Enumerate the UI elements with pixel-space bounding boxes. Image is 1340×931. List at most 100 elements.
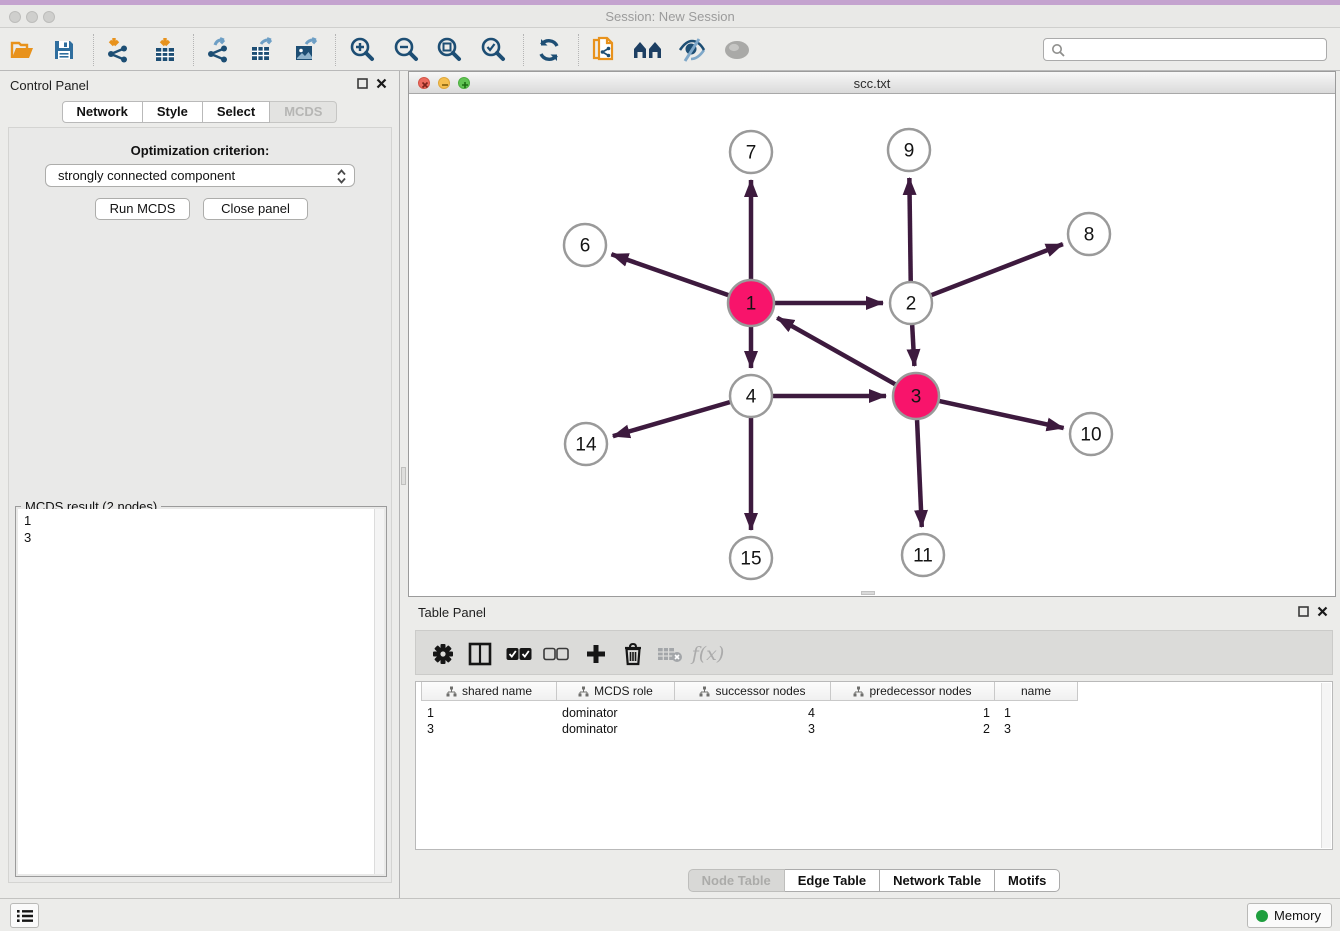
network-window-titlebar[interactable]: scc.txt <box>409 72 1335 94</box>
graph-node-label-1: 1 <box>746 294 757 315</box>
result-line: 1 <box>24 512 374 529</box>
vertical-splitter[interactable] <box>400 71 408 898</box>
network-graph[interactable]: 7968124314101511 <box>409 94 1335 596</box>
table-settings-gear-icon[interactable] <box>429 640 457 668</box>
delete-table-icon[interactable] <box>656 640 684 668</box>
mcds-tab-content: Optimization criterion: strongly connect… <box>8 127 392 883</box>
hide-graphics-details-icon[interactable] <box>677 35 707 65</box>
tab-edge-table[interactable]: Edge Table <box>785 869 880 892</box>
column-header-successor-nodes[interactable]: successor nodes <box>675 682 831 701</box>
table-scrollbar[interactable] <box>1321 683 1331 848</box>
select-all-columns-icon[interactable] <box>505 640 533 668</box>
graph-node-label-15: 15 <box>740 549 761 570</box>
cell-mcds-role[interactable]: dominator <box>557 721 675 737</box>
network-view-title: scc.txt <box>409 76 1335 91</box>
float-panel-icon[interactable] <box>1298 606 1309 617</box>
graph-node-label-8: 8 <box>1084 225 1095 246</box>
graph-node-label-6: 6 <box>580 236 591 257</box>
cell-name[interactable]: 1 <box>995 705 1078 721</box>
tab-motifs[interactable]: Motifs <box>995 869 1060 892</box>
node-table[interactable]: shared name MCDS role successor nodes pr… <box>415 681 1333 850</box>
unselect-all-columns-icon[interactable] <box>542 640 570 668</box>
float-panel-icon[interactable] <box>357 78 368 89</box>
column-header-shared-name[interactable]: shared name <box>421 682 557 701</box>
table-tabs: Node Table Edge Table Network Table Moti… <box>408 869 1340 892</box>
graph-edge-3-10[interactable] <box>939 401 1063 428</box>
close-panel-icon[interactable] <box>376 78 387 89</box>
control-panel-title: Control Panel <box>10 78 89 93</box>
graph-edge-1-6[interactable] <box>611 254 728 295</box>
tab-select[interactable]: Select <box>203 101 270 123</box>
first-neighbors-icon[interactable] <box>633 35 663 65</box>
network-canvas[interactable]: 7968124314101511 <box>409 94 1335 596</box>
table-row[interactable]: 3 dominator 3 2 3 <box>421 721 1078 737</box>
save-session-icon[interactable] <box>49 35 79 65</box>
graph-edge-2-8[interactable] <box>932 244 1063 295</box>
view-resize-grip[interactable] <box>861 591 875 595</box>
cell-predecessor-nodes[interactable]: 2 <box>831 721 995 737</box>
optimization-criterion-select[interactable]: strongly connected component <box>45 164 355 187</box>
table-row[interactable]: 1 dominator 4 1 1 <box>421 705 1078 721</box>
refresh-icon[interactable] <box>534 35 564 65</box>
cell-successor-nodes[interactable]: 3 <box>675 721 831 737</box>
tab-node-table[interactable]: Node Table <box>688 869 785 892</box>
column-browser-icon[interactable] <box>466 640 494 668</box>
export-table-icon[interactable] <box>247 35 277 65</box>
mcds-result-textarea[interactable]: 1 3 <box>18 509 374 874</box>
hierarchy-icon <box>853 686 864 697</box>
column-header-predecessor-nodes[interactable]: predecessor nodes <box>831 682 995 701</box>
graph-node-label-9: 9 <box>904 141 915 162</box>
hierarchy-icon <box>699 686 710 697</box>
show-graphics-details-icon[interactable] <box>722 35 752 65</box>
open-session-icon[interactable] <box>7 35 37 65</box>
splitter-grip[interactable] <box>401 467 406 485</box>
delete-column-trash-icon[interactable] <box>619 640 647 668</box>
hierarchy-icon <box>578 686 589 697</box>
toolbar-separator <box>523 34 524 66</box>
close-panel-button[interactable]: Close panel <box>203 198 308 220</box>
graph-edge-2-3[interactable] <box>912 325 914 366</box>
task-history-button[interactable] <box>10 903 39 928</box>
result-scrollbar[interactable] <box>374 509 384 874</box>
export-image-icon[interactable] <box>291 35 321 65</box>
toolbar-separator <box>93 34 94 66</box>
column-header-name[interactable]: name <box>995 682 1078 701</box>
graph-edge-3-1[interactable] <box>777 318 895 384</box>
zoom-selected-icon[interactable] <box>478 35 508 65</box>
tab-network-table[interactable]: Network Table <box>880 869 995 892</box>
create-column-plus-icon[interactable] <box>582 640 610 668</box>
tab-network[interactable]: Network <box>62 101 143 123</box>
select-stepper-icon <box>336 168 347 185</box>
graph-edge-3-11[interactable] <box>917 420 922 527</box>
table-panel: Table Panel <box>408 599 1340 898</box>
graph-edge-2-9[interactable] <box>909 178 910 281</box>
cell-mcds-role[interactable]: dominator <box>557 705 675 721</box>
control-panel: Control Panel Network Style Select MCDS … <box>0 71 400 898</box>
tab-style[interactable]: Style <box>143 101 203 123</box>
zoom-in-icon[interactable] <box>347 35 377 65</box>
cell-successor-nodes[interactable]: 4 <box>675 705 831 721</box>
export-network-icon[interactable] <box>204 35 234 65</box>
close-panel-icon[interactable] <box>1317 606 1328 617</box>
memory-button[interactable]: Memory <box>1247 903 1332 928</box>
status-bar: Memory <box>0 898 1340 931</box>
cell-predecessor-nodes[interactable]: 1 <box>831 705 995 721</box>
zoom-out-icon[interactable] <box>391 35 421 65</box>
graph-node-label-7: 7 <box>746 143 757 164</box>
graph-edge-4-14[interactable] <box>613 402 730 436</box>
table-panel-title: Table Panel <box>418 605 486 620</box>
import-network-icon[interactable] <box>104 35 134 65</box>
result-line: 3 <box>24 529 374 546</box>
zoom-fit-icon[interactable] <box>434 35 464 65</box>
clone-network-icon[interactable] <box>589 35 619 65</box>
search-input[interactable] <box>1068 40 1320 59</box>
cell-name[interactable]: 3 <box>995 721 1078 737</box>
tab-mcds[interactable]: MCDS <box>270 101 337 123</box>
optimization-criterion-label: Optimization criterion: <box>9 143 391 158</box>
column-header-mcds-role[interactable]: MCDS role <box>557 682 675 701</box>
run-mcds-button[interactable]: Run MCDS <box>95 198 190 220</box>
cell-shared-name[interactable]: 1 <box>421 705 557 721</box>
import-table-icon[interactable] <box>150 35 180 65</box>
cell-shared-name[interactable]: 3 <box>421 721 557 737</box>
function-builder-icon[interactable]: f(x) <box>694 640 722 668</box>
